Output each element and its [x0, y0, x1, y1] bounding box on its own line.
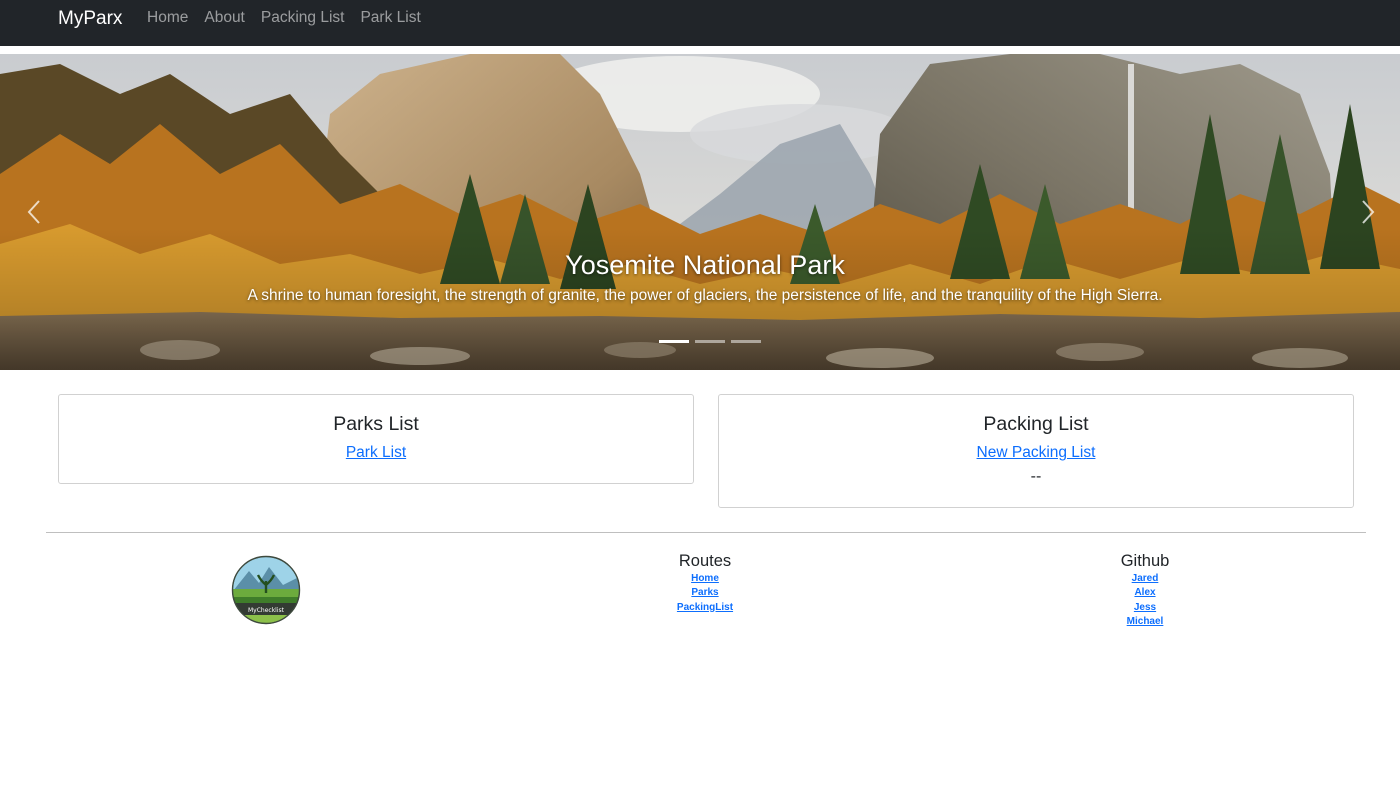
- github-link-jess[interactable]: Jess: [1035, 601, 1255, 615]
- nav-link-packing-list[interactable]: Packing List: [253, 8, 353, 28]
- carousel-indicators: [0, 340, 1400, 343]
- carousel-title: Yosemite National Park: [565, 250, 845, 280]
- parks-list-card-title: Parks List: [333, 413, 419, 435]
- brand-link[interactable]: MyParx: [58, 6, 122, 32]
- mychecklist-logo: MyChecklist: [231, 555, 301, 625]
- carousel-indicator-1[interactable]: [659, 340, 689, 343]
- route-link-parks[interactable]: Parks: [595, 586, 815, 600]
- routes-links: Home Parks PackingList: [595, 572, 815, 615]
- github-heading: Github: [1120, 552, 1170, 570]
- github-link-jared[interactable]: Jared: [1035, 572, 1255, 586]
- nav-links: Home About Packing List Park List: [139, 8, 429, 28]
- route-link-packinglist[interactable]: PackingList: [595, 601, 815, 615]
- carousel-caption: Yosemite National Park A shrine to human…: [0, 248, 1400, 306]
- chevron-right-icon: [1362, 200, 1375, 224]
- logo-text: MyChecklist: [248, 607, 285, 614]
- yosemite-landscape-image: [0, 54, 1400, 370]
- packing-list-card-title: Packing List: [983, 413, 1089, 435]
- github-link-michael[interactable]: Michael: [1035, 615, 1255, 629]
- footer-routes: Routes Home Parks PackingList: [595, 551, 815, 615]
- park-list-link[interactable]: Park List: [346, 443, 406, 463]
- packing-list-card: Packing List New Packing List --: [718, 394, 1354, 508]
- github-links: Jared Alex Jess Michael: [1035, 572, 1255, 629]
- navbar: MyParx Home About Packing List Park List: [0, 0, 1400, 46]
- new-packing-list-link[interactable]: New Packing List: [977, 443, 1096, 463]
- carousel-prev-button[interactable]: [0, 54, 70, 370]
- nav-link-home[interactable]: Home: [139, 8, 196, 28]
- packing-list-placeholder: --: [1030, 468, 1042, 485]
- nav-link-park-list[interactable]: Park List: [352, 8, 428, 28]
- hero-carousel: Yosemite National Park A shrine to human…: [0, 54, 1400, 370]
- carousel-indicator-2[interactable]: [695, 340, 725, 343]
- routes-heading: Routes: [678, 552, 732, 570]
- parks-list-card: Parks List Park List: [58, 394, 694, 484]
- carousel-next-button[interactable]: [1330, 54, 1400, 370]
- github-link-alex[interactable]: Alex: [1035, 586, 1255, 600]
- route-link-home[interactable]: Home: [595, 572, 815, 586]
- carousel-indicator-3[interactable]: [731, 340, 761, 343]
- nav-link-about[interactable]: About: [196, 8, 253, 28]
- carousel-caption-text: A shrine to human foresight, the strengt…: [247, 287, 1163, 304]
- chevron-left-icon: [27, 200, 40, 224]
- footer-divider: [46, 532, 1366, 533]
- footer-github: Github Jared Alex Jess Michael: [1035, 551, 1255, 629]
